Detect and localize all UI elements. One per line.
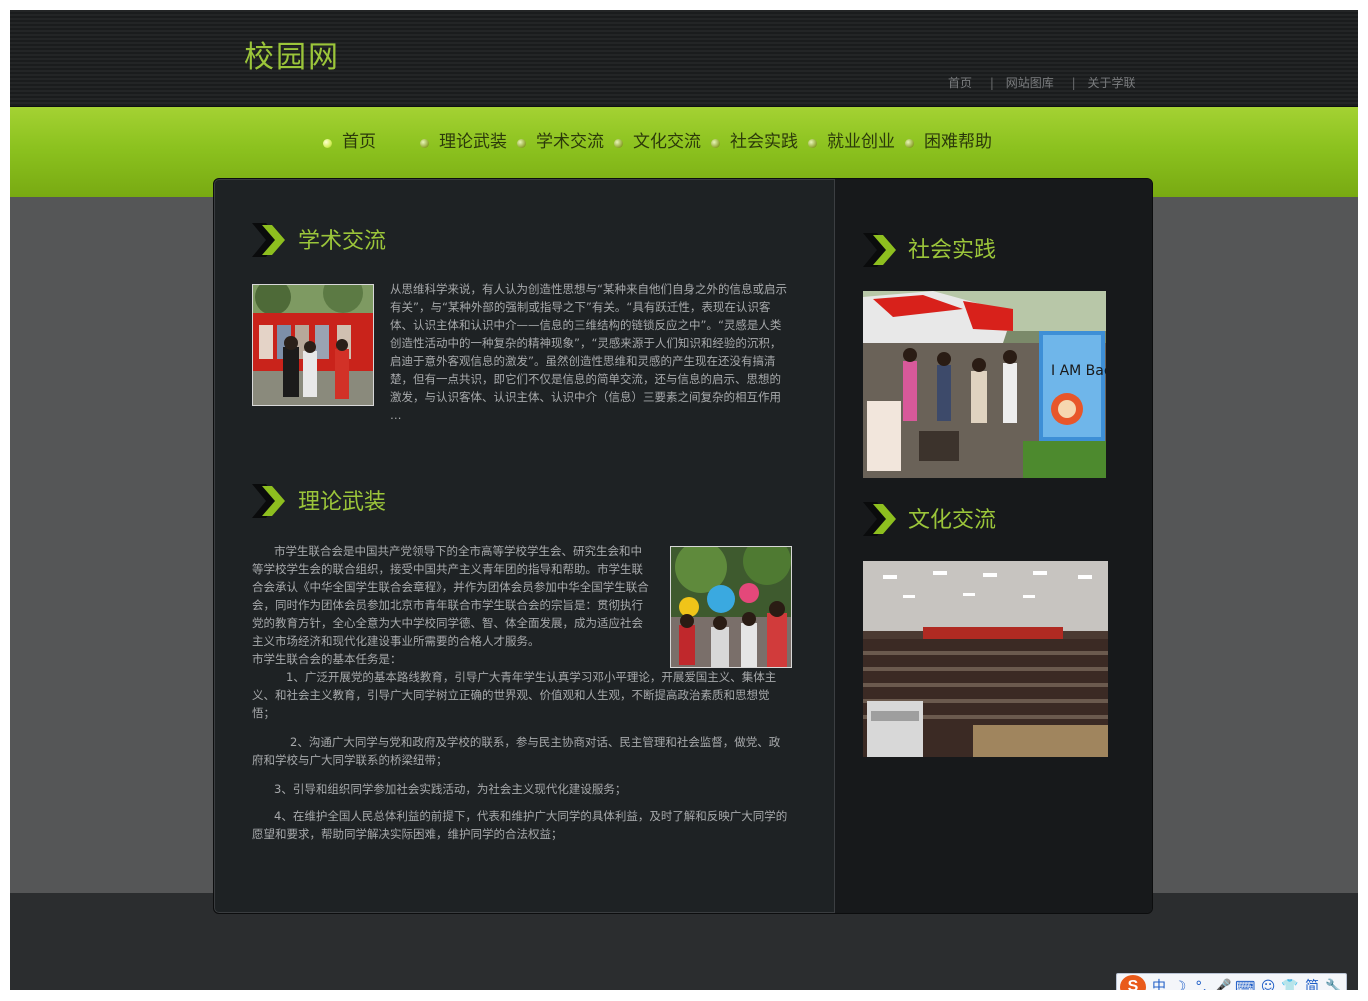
bullet-icon bbox=[711, 138, 720, 148]
section-heading-theory[interactable]: 理论武装 bbox=[298, 484, 386, 516]
skin-shirt-icon[interactable]: 👕 bbox=[1280, 977, 1300, 990]
bullet-icon bbox=[614, 138, 623, 148]
chevron-right-icon bbox=[252, 484, 285, 518]
top-link-gallery[interactable]: 网站图库 bbox=[1006, 76, 1054, 90]
poster-sign-text: I AM Back bbox=[1051, 363, 1106, 379]
nav-label: 困难帮助 bbox=[924, 132, 992, 152]
ime-toolbar[interactable]: S 中 ☽ °, 🎤 ⌨ ☺ 👕 简 🔧 bbox=[1116, 973, 1347, 990]
nav-item-assistance[interactable]: 困难帮助 bbox=[905, 127, 992, 152]
sidebar-heading-culture[interactable]: 文化交流 bbox=[908, 502, 996, 534]
nav-item-social-practice[interactable]: 社会实践 bbox=[711, 127, 798, 152]
browser-viewport: 校园网 首页 | 网站图库 | 关于学联 首页 理论武装 学术交流 文化交流 社会实践就… bbox=[10, 10, 1358, 990]
section-heading-academic[interactable]: 学术交流 bbox=[298, 223, 386, 255]
nav-item-theory[interactable]: 理论武装 bbox=[420, 127, 507, 152]
sidebar: 社会实践 I AM Ba 文化交流 bbox=[834, 179, 1152, 913]
user-icon[interactable]: ☺ bbox=[1258, 977, 1278, 990]
theory-task-2: 2、沟通广大同学与党和政府及学校的联系，参与民主协商对话、民主管理和社会监督，做… bbox=[252, 735, 781, 767]
keyboard-icon[interactable]: ⌨ bbox=[1235, 977, 1255, 990]
nav-label: 就业创业 bbox=[827, 132, 895, 152]
header: 校园网 首页 | 网站图库 | 关于学联 bbox=[10, 10, 1358, 107]
theory-tasks-label: 市学生联合会的基本任务是： bbox=[252, 652, 402, 666]
nav-label: 文化交流 bbox=[633, 132, 701, 152]
theory-intro-text: 市学生联合会是中国共产党领导下的全市高等学校学生会、研究生会和中等学校学生会的联… bbox=[252, 544, 649, 648]
punctuation-icon[interactable]: °, bbox=[1191, 977, 1211, 990]
nav-label: 首页 bbox=[342, 132, 376, 152]
site-title[interactable]: 校园网 bbox=[244, 32, 340, 76]
activity-image bbox=[671, 547, 791, 667]
lecture-hall-image bbox=[863, 561, 1108, 757]
chevron-right-icon bbox=[863, 502, 896, 536]
bullet-icon bbox=[420, 138, 429, 148]
nav-label: 学术交流 bbox=[536, 132, 604, 152]
bullet-icon bbox=[517, 138, 526, 148]
nav-item-home[interactable]: 首页 bbox=[323, 127, 376, 152]
photo-culture-exchange[interactable] bbox=[863, 561, 1108, 757]
social-practice-image: I AM Back bbox=[863, 291, 1106, 478]
content-panel: 学术交流 从思维科学来说，有人认为创造性思想与“某种来自他们自身之外的信息或启示… bbox=[213, 178, 1153, 914]
ime-simplified-toggle[interactable]: 简 bbox=[1302, 977, 1322, 990]
nav-item-culture[interactable]: 文化交流 bbox=[614, 127, 701, 152]
exhibition-image bbox=[253, 285, 373, 405]
bullet-icon bbox=[905, 138, 914, 148]
top-link-about[interactable]: 关于学联 bbox=[1087, 76, 1135, 90]
theory-task-3: 3、引导和组织同学参加社会实践活动，为社会主义现代化建设服务； bbox=[274, 782, 627, 796]
chevron-right-icon bbox=[252, 223, 285, 257]
nav-label: 理论武装 bbox=[439, 132, 507, 152]
main-nav: 首页 理论武装 学术交流 文化交流 社会实践 就业创业 困难帮助 bbox=[323, 127, 992, 152]
chevron-right-icon bbox=[863, 233, 896, 267]
wrench-icon[interactable]: 🔧 bbox=[1324, 977, 1344, 990]
nav-label: 社会实践 bbox=[730, 132, 798, 152]
theory-task-4: 4、在维护全国人民总体利益的前提下，代表和维护广大同学的具体利益，及时了解和反映… bbox=[252, 809, 788, 841]
nav-item-career[interactable]: 就业创业 bbox=[808, 127, 895, 152]
sogou-logo-icon[interactable]: S bbox=[1120, 975, 1146, 990]
top-links: 首页 | 网站图库 | 关于学联 bbox=[948, 74, 1135, 91]
bullet-icon bbox=[808, 138, 817, 148]
photo-students-activity[interactable] bbox=[670, 546, 792, 668]
top-link-separator: | bbox=[1071, 76, 1076, 90]
bullet-icon bbox=[323, 138, 332, 148]
moon-icon[interactable]: ☽ bbox=[1170, 977, 1190, 990]
microphone-icon[interactable]: 🎤 bbox=[1213, 977, 1233, 990]
ime-chinese-toggle[interactable]: 中 bbox=[1149, 977, 1169, 990]
top-link-home[interactable]: 首页 bbox=[948, 76, 972, 90]
photo-exhibition[interactable] bbox=[252, 284, 374, 406]
top-link-separator: | bbox=[989, 76, 994, 90]
photo-social-practice[interactable]: I AM Back bbox=[863, 291, 1106, 478]
theory-task-1: 1、广泛开展党的基本路线教育，引导广大青年学生认真学习邓小平理论，开展爱国主义、… bbox=[252, 670, 777, 720]
academic-article-text: 从思维科学来说，有人认为创造性思想与“某种来自他们自身之外的信息或启示有关”，与… bbox=[390, 282, 787, 422]
nav-item-academic[interactable]: 学术交流 bbox=[517, 127, 604, 152]
sidebar-heading-social-practice[interactable]: 社会实践 bbox=[908, 232, 996, 264]
